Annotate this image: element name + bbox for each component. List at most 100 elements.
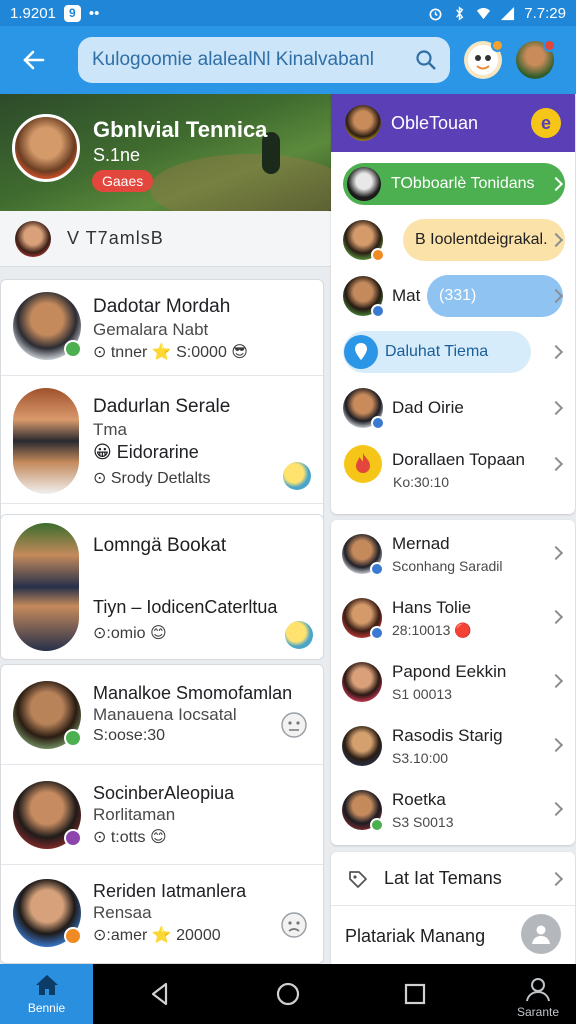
chevron-right-icon: [548, 801, 564, 817]
channel-item[interactable]: Dorallaen Topaan Ko:30:10: [331, 436, 575, 506]
contact-subtitle: Tiyn – IodicenCaterltua: [93, 597, 278, 617]
status-icon: [371, 248, 385, 262]
online-status-icon: [64, 340, 82, 358]
bottom-nav: Bennie Sarante: [0, 964, 576, 1024]
contact-avatar: [13, 879, 82, 947]
mascot-avatar[interactable]: [464, 39, 504, 79]
status-dots: ••: [88, 4, 100, 22]
channel-item[interactable]: Daluhat Tiema: [331, 324, 575, 380]
sad-face-icon[interactable]: [280, 911, 308, 939]
channel-name: Dorallaen Topaan: [392, 450, 525, 469]
group-avatar: [15, 220, 51, 257]
contact-name: Manalkoe Smomofamlan: [93, 683, 293, 703]
latest-friends-row[interactable]: Lat Iat Temans: [331, 852, 575, 906]
contact-meta: ⊙:amer ⭐ 20000: [93, 927, 221, 944]
channels-card: ObleTouan e TObboarlè Tonidans B Ioolent…: [331, 94, 575, 514]
channel-pill: B Ioolentdeigrakal.: [403, 219, 565, 261]
contact-meta: ⊙ t:otts 😊: [93, 829, 167, 846]
contact-meta: ⊙ tnner ⭐ S:0000 😎: [93, 344, 248, 361]
person-name: Mernad: [392, 534, 450, 553]
neutral-face-icon[interactable]: [280, 711, 308, 739]
emoji-icon[interactable]: [285, 621, 313, 649]
contact-avatar: [13, 292, 82, 360]
panel-title: ObleTouan: [391, 112, 479, 133]
actions-card: Lat Iat Temans Platariak Manang: [331, 852, 575, 964]
home-nav-icon[interactable]: [274, 980, 302, 1008]
contacts-card: Manalkoe Smomofamlan Manauena Iocsatal S…: [0, 664, 324, 964]
contact-avatar: [13, 781, 82, 849]
channel-item[interactable]: B Ioolentdeigrakal.: [331, 212, 575, 268]
status-bar: 1.9201 9 •• 7.7:29: [0, 0, 576, 26]
back-nav-icon[interactable]: [146, 980, 174, 1008]
hero-badge[interactable]: Gaaes: [92, 170, 154, 192]
home-tab[interactable]: Bennie: [0, 964, 93, 1024]
featured-contact-card[interactable]: Lomngä Bookat Tiyn – IodicenCaterltua ⊙:…: [0, 514, 324, 660]
contact-meta: ⊙:omio 😊: [93, 625, 167, 642]
contact-avatar: [13, 388, 79, 494]
group-label: V T7amlsB: [67, 228, 164, 248]
channel-avatar: [347, 167, 381, 201]
status-icon: [371, 416, 385, 430]
channel-item[interactable]: Dad Oirie: [331, 380, 575, 436]
chevron-right-icon: [548, 400, 564, 416]
person-avatar: [342, 790, 384, 832]
contact-item[interactable]: Reriden Iatmanlera Rensaa ⊙:amer ⭐ 20000: [1, 865, 323, 963]
status-clock: 7.7:29: [524, 4, 566, 22]
person-item[interactable]: Mernad Sconhang Saradil: [331, 522, 575, 586]
person-item[interactable]: Roetka S3 S0013: [331, 778, 575, 842]
profile-avatar[interactable]: [516, 39, 556, 79]
app-header: Kulogoomie alalealNl Kinalvabanl: [0, 26, 576, 94]
person-avatar: [342, 726, 382, 766]
emoji-icon[interactable]: [283, 462, 311, 490]
person-item[interactable]: Hans Tolie 28:10013 🔴: [331, 586, 575, 650]
profile-tab[interactable]: Sarante: [510, 976, 566, 1024]
person-item[interactable]: Papond Eekkin S1 00013: [331, 650, 575, 714]
arrow-left-icon: [23, 50, 45, 70]
panel-badge[interactable]: e: [531, 108, 561, 138]
contact-avatar: [13, 523, 79, 651]
panel-header[interactable]: ObleTouan e: [331, 94, 575, 152]
person-item[interactable]: Rasodis Starig S3.10:00: [331, 714, 575, 778]
status-icon: [370, 562, 384, 576]
hero-avatar[interactable]: [12, 114, 80, 182]
person-avatar: [342, 598, 384, 640]
search-icon[interactable]: [414, 48, 438, 72]
channel-item[interactable]: TObboarlè Tonidans: [331, 156, 575, 212]
tag-icon: [349, 871, 367, 888]
person-meta: S3 S0013: [392, 814, 454, 830]
contact-subtitle: Tma: [93, 420, 127, 439]
channel-item[interactable]: Mat (331): [331, 268, 575, 324]
alarm-icon: [429, 7, 442, 20]
person-name: Rasodis Starig: [392, 726, 503, 745]
contact-item[interactable]: Dadurlan Serale Tma 😀 Eidorarine ⊙ Srody…: [1, 376, 323, 504]
contact-item[interactable]: Dadotar Mordah Gemalara Nabt ⊙ tnner ⭐ S…: [1, 280, 323, 376]
person-meta: 28:10013 🔴: [392, 622, 472, 638]
channel-avatar: [343, 220, 385, 262]
unread-count-pill: (331): [427, 275, 563, 317]
recents-nav-icon[interactable]: [401, 980, 429, 1008]
contact-item[interactable]: Manalkoe Smomofamlan Manauena Iocsatal S…: [1, 665, 323, 765]
notification-badge: 9: [63, 4, 81, 22]
group-row[interactable]: V T7amlsB: [0, 211, 331, 267]
contact-item[interactable]: SocinberAleopiua Rorlitaman ⊙ t:otts 😊: [1, 765, 323, 865]
status-icon: [64, 927, 82, 945]
mascot-badge: [491, 39, 504, 52]
chevron-right-icon: [548, 871, 564, 887]
manage-label: Platariak Manang: [345, 926, 486, 946]
contact-meta: ⊙ Srody Detlalts: [93, 470, 211, 487]
chevron-right-icon: [548, 737, 564, 753]
fire-icon: [344, 445, 382, 483]
contact-name: SocinberAleopiua: [93, 783, 235, 803]
manage-row[interactable]: Platariak Manang: [331, 910, 575, 964]
hero-subtitle: S.1ne: [93, 145, 141, 165]
hero-banner[interactable]: Gbnlvial Tennica S.1ne Gaaes: [0, 94, 331, 211]
default-avatar[interactable]: [521, 914, 561, 954]
person-meta: S3.10:00: [392, 750, 449, 766]
profile-tab-label: Sarante: [516, 1005, 560, 1019]
person-name: Roetka: [392, 790, 446, 809]
chevron-right-icon: [548, 673, 564, 689]
back-button[interactable]: [10, 36, 58, 84]
person-avatar: [342, 534, 384, 576]
search-input[interactable]: Kulogoomie alalealNl Kinalvabanl: [78, 37, 450, 83]
status-icon: [370, 626, 384, 640]
